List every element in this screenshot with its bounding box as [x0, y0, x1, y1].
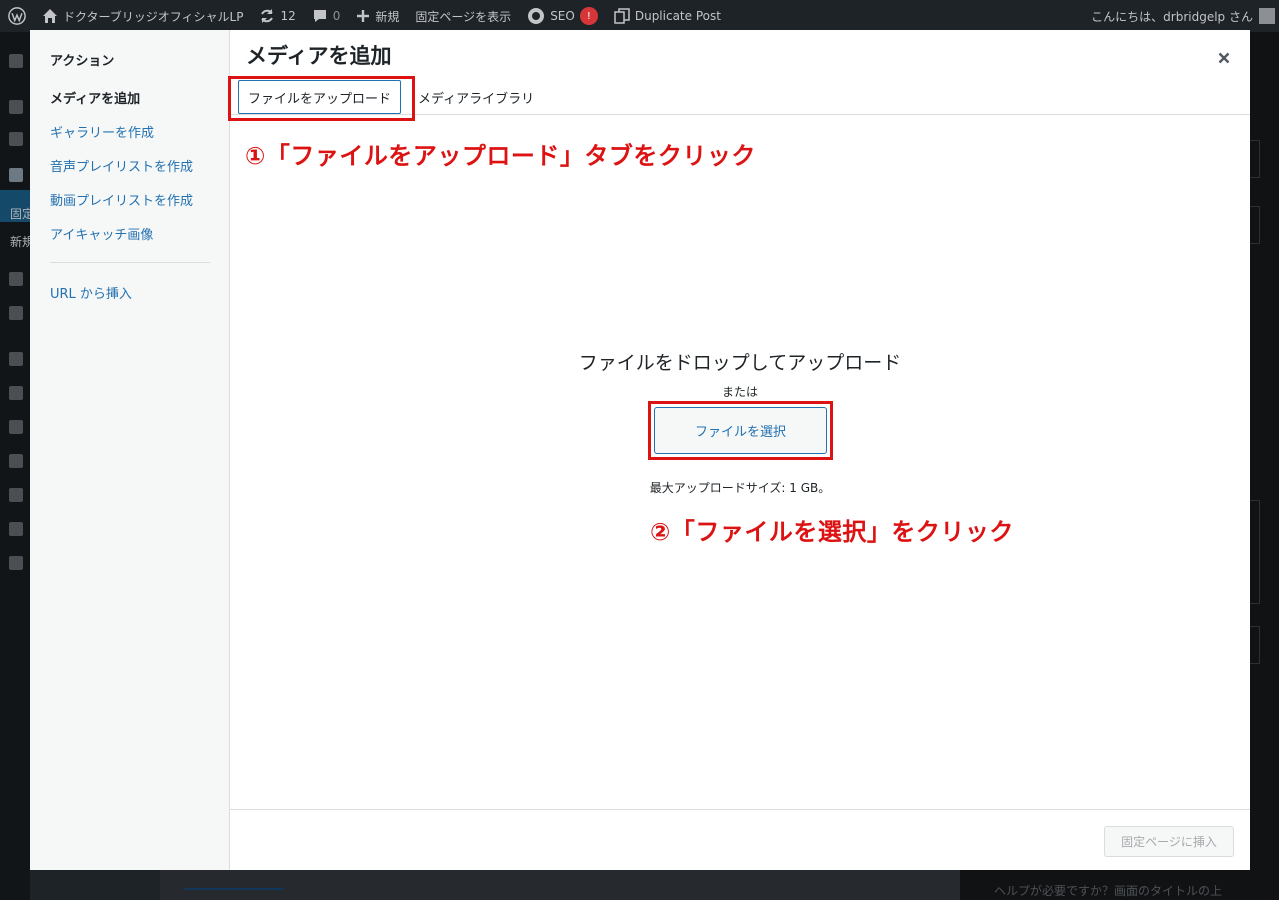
comment-icon [312, 8, 328, 24]
or-text: または [721, 385, 758, 399]
tab-media-library[interactable]: メディアライブラリ [418, 80, 534, 114]
modal-title: メディアを追加 [246, 44, 392, 68]
editor-background [160, 870, 960, 900]
sidebar-item-video-playlist[interactable]: 動画プレイリストを作成 [50, 190, 193, 209]
my-account[interactable]: こんにちは、drbridgelp さん [1091, 0, 1279, 32]
sidebar-item-add-media[interactable]: メディアを追加 [50, 88, 140, 107]
annotation-highlight-upload-tab [228, 76, 415, 121]
close-icon [1218, 52, 1230, 64]
pages-new-label: 新規 [10, 235, 30, 249]
annotation-step-2: ②「ファイルを選択」をクリック [650, 518, 1014, 546]
sidebar-separator [50, 262, 210, 263]
site-name-link[interactable]: ドクターブリッジオフィシャルLP [34, 0, 251, 32]
dashboard-icon[interactable] [9, 54, 23, 68]
updates-count: 12 [280, 9, 296, 23]
users-icon[interactable] [9, 420, 23, 434]
new-content-link[interactable]: 新規 [348, 0, 407, 32]
drop-instructions: ファイルをドロップしてアップロード [578, 352, 902, 374]
sidebar-heading: アクション [50, 54, 115, 69]
sidebar-item-insert-from-url[interactable]: URL から挿入 [50, 283, 132, 302]
pin-icon[interactable] [9, 306, 23, 320]
annotation-step-1: ①「ファイルをアップロード」タブをクリック [245, 142, 756, 170]
new-label: 新規 [375, 9, 400, 24]
media-toolbar: 固定ページに挿入 [230, 809, 1250, 870]
site-name: ドクターブリッジオフィシャルLP [63, 9, 244, 24]
close-button[interactable] [1210, 44, 1238, 72]
collapse-menu-icon[interactable] [9, 556, 23, 570]
settings-icon[interactable] [9, 488, 23, 502]
comments-link[interactable]: 0 [304, 0, 349, 32]
updates-link[interactable]: 12 [251, 0, 303, 32]
view-page-link[interactable]: 固定ページを表示 [407, 0, 519, 32]
annotation-highlight-select-button [648, 401, 833, 460]
duplicate-post-label: Duplicate Post [634, 9, 721, 23]
admin-menu: 固定 新規 [0, 32, 30, 900]
admin-bar: ドクターブリッジオフィシャルLP 12 0 新規 固定ページを表示 SEO ! … [0, 0, 1279, 32]
sidebar-item-create-gallery[interactable]: ギャラリーを作成 [50, 122, 154, 141]
home-icon [42, 8, 58, 24]
plus-icon [356, 9, 370, 23]
posts-pin-icon[interactable] [9, 100, 23, 114]
comments-icon[interactable] [9, 272, 23, 286]
appearance-icon[interactable] [9, 352, 23, 366]
pages-menu-label: 固定 [10, 207, 30, 221]
sidebar-item-audio-playlist[interactable]: 音声プレイリストを作成 [50, 156, 193, 175]
seo-label: SEO [550, 9, 575, 23]
plugins-icon[interactable] [9, 386, 23, 400]
help-text: ヘルプが必要ですか？画面のタイトルの上 [994, 884, 1223, 898]
avatar [1259, 8, 1275, 24]
seo-logo-icon [527, 7, 545, 25]
view-page-label: 固定ページを表示 [415, 9, 512, 24]
sidebar-item-featured-image[interactable]: アイキャッチ画像 [50, 224, 153, 243]
tools-icon[interactable] [9, 454, 23, 468]
greeting: こんにちは、drbridgelp さん [1091, 9, 1253, 24]
updates-icon [259, 8, 275, 24]
duplicate-icon [614, 8, 630, 24]
seo-plugin-icon[interactable] [9, 522, 23, 536]
duplicate-post-link[interactable]: Duplicate Post [606, 0, 729, 32]
max-upload-size: 最大アップロードサイズ: 1 GB。 [649, 481, 831, 495]
media-modal: アクション メディアを追加 ギャラリーを作成 音声プレイリストを作成 動画プレイ… [30, 30, 1250, 870]
insert-into-page-button[interactable]: 固定ページに挿入 [1104, 826, 1234, 857]
seo-menu[interactable]: SEO ! [519, 0, 606, 32]
comments-count: 0 [332, 9, 341, 23]
media-icon[interactable] [9, 132, 23, 146]
seo-alert-badge: ! [579, 7, 598, 25]
editor-tab-underline [184, 888, 284, 890]
media-sidebar: アクション メディアを追加 ギャラリーを作成 音声プレイリストを作成 動画プレイ… [30, 30, 230, 870]
wordpress-logo-icon[interactable] [0, 0, 34, 32]
pages-icon[interactable] [9, 168, 23, 182]
